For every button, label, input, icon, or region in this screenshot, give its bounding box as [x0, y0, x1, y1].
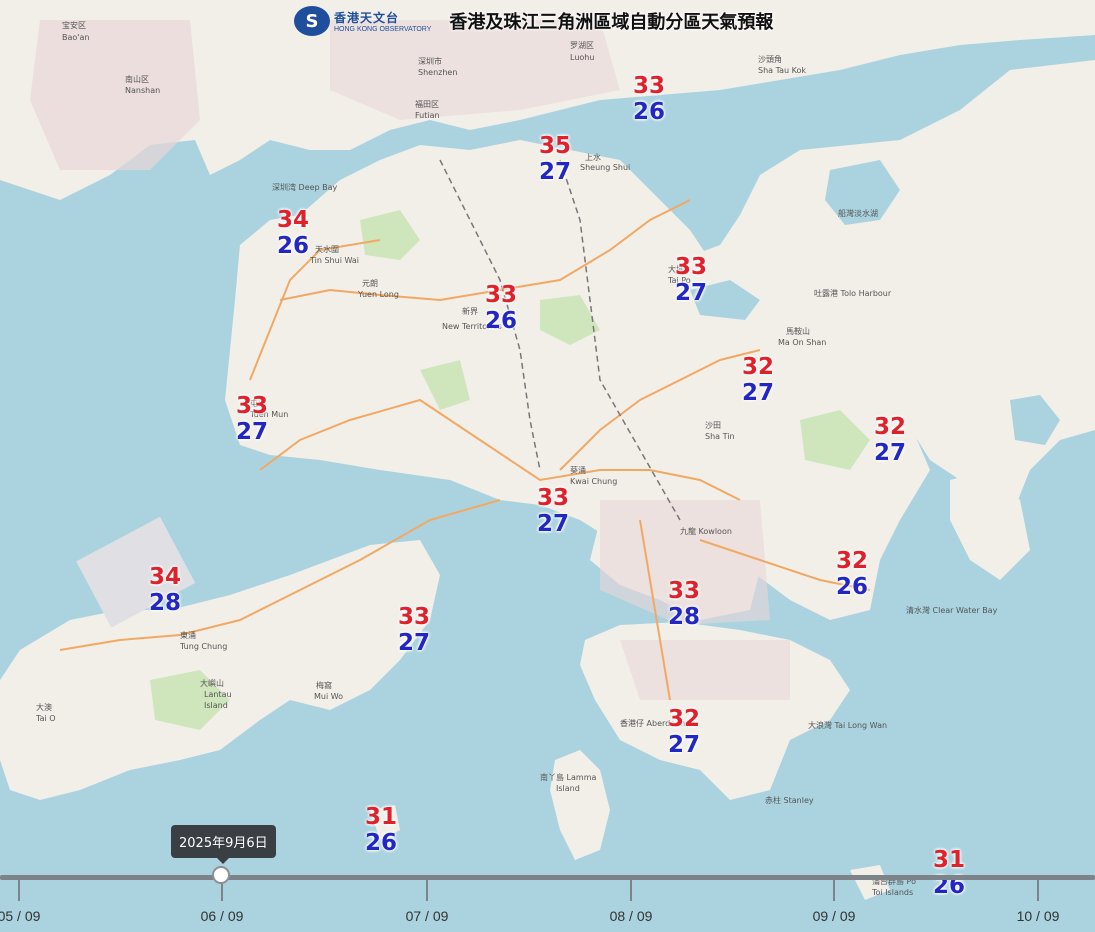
svg-text:Island: Island	[556, 784, 580, 793]
svg-text:Sha Tin: Sha Tin	[705, 432, 735, 441]
max-temp-cheung-chau: 31	[364, 804, 397, 830]
hko-emblem-icon: S	[294, 6, 330, 36]
svg-text:Ma On Shan: Ma On Shan	[778, 338, 826, 347]
max-temp-sheung-shui: 35	[538, 133, 571, 159]
min-temp-tin-shui-wai: 26	[276, 233, 309, 259]
max-temp-tsing-yi: 33	[536, 485, 569, 511]
svg-text:元朗: 元朗	[362, 278, 378, 288]
svg-text:大嶼山: 大嶼山	[200, 678, 224, 688]
max-temp-discovery-bay: 33	[397, 604, 430, 630]
svg-text:大浪灣 Tai Long Wan: 大浪灣 Tai Long Wan	[808, 720, 887, 730]
header: S 香港天文台 HONG KONG OBSERVATORY 香港及珠江三角洲區域…	[294, 6, 773, 36]
timeline-date-label[interactable]: 06 / 09	[182, 908, 262, 924]
svg-text:大澳: 大澳	[36, 702, 52, 712]
svg-text:九龍 Kowloon: 九龍 Kowloon	[680, 526, 732, 536]
max-temp-new-territories: 33	[484, 282, 517, 308]
svg-text:Tai O: Tai O	[35, 714, 56, 723]
max-temp-sai-kung: 32	[873, 414, 906, 440]
max-temp-aberdeen: 32	[667, 706, 700, 732]
svg-text:沙田: 沙田	[705, 421, 721, 430]
svg-text:罗湖区: 罗湖区	[570, 41, 594, 50]
max-temp-hung-hom: 33	[667, 578, 700, 604]
max-temp-ma-on-shan: 32	[741, 354, 774, 380]
svg-text:Island: Island	[204, 701, 228, 710]
min-temp-sheung-shui: 27	[538, 159, 571, 185]
logo-english: HONG KONG OBSERVATORY	[334, 26, 432, 33]
svg-text:Yuen Long: Yuen Long	[357, 290, 399, 299]
date-tooltip: 2025年9月6日	[171, 825, 276, 864]
min-temp-tsing-yi: 27	[536, 511, 569, 537]
timeline-tick	[630, 879, 632, 901]
timeline-tick	[426, 879, 428, 901]
svg-text:Nanshan: Nanshan	[125, 86, 160, 95]
min-temp-tseung-kwan-o: 26	[835, 574, 868, 600]
svg-text:葵涌: 葵涌	[570, 465, 586, 475]
max-temp-tin-shui-wai: 34	[276, 207, 309, 233]
max-temp-waglan: 31	[932, 847, 965, 873]
timeline-tick	[833, 879, 835, 901]
svg-text:宝安区: 宝安区	[62, 20, 86, 30]
min-temp-tai-po: 27	[674, 280, 707, 306]
svg-text:清水灣 Clear Water Bay: 清水灣 Clear Water Bay	[906, 605, 998, 615]
min-temp-aberdeen: 27	[667, 732, 700, 758]
min-temp-new-territories: 26	[484, 308, 517, 334]
logo-chinese: 香港天文台	[334, 11, 400, 25]
svg-text:馬鞍山: 馬鞍山	[786, 326, 810, 336]
max-temp-tuen-mun: 33	[235, 393, 268, 419]
hko-logo: S 香港天文台 HONG KONG OBSERVATORY	[294, 6, 431, 36]
svg-text:上水: 上水	[585, 152, 601, 162]
svg-text:Shenzhen: Shenzhen	[418, 68, 457, 77]
svg-text:吐露港 Tolo Harbour: 吐露港 Tolo Harbour	[814, 288, 892, 298]
svg-text:Bao'an: Bao'an	[62, 33, 89, 42]
svg-text:福田区: 福田区	[415, 100, 439, 109]
svg-text:Kwai Chung: Kwai Chung	[570, 477, 617, 486]
svg-text:南山区: 南山区	[125, 74, 149, 84]
max-temp-tai-po: 33	[674, 254, 707, 280]
min-temp-discovery-bay: 27	[397, 630, 430, 656]
svg-text:南丫島 Lamma: 南丫島 Lamma	[540, 772, 596, 782]
svg-text:Futian: Futian	[415, 111, 440, 120]
svg-text:天水圍: 天水圍	[315, 244, 339, 254]
svg-text:船灣淡水湖: 船灣淡水湖	[838, 208, 878, 218]
svg-text:Lantau: Lantau	[204, 690, 232, 699]
svg-text:Tung Chung: Tung Chung	[179, 642, 227, 651]
svg-text:Mui Wo: Mui Wo	[314, 692, 343, 701]
timeline-tick	[18, 879, 20, 901]
max-temp-chek-lap-kok: 34	[148, 564, 181, 590]
min-temp-hung-hom: 28	[667, 604, 700, 630]
timeline-handle[interactable]	[212, 866, 230, 884]
svg-text:Sheung Shui: Sheung Shui	[580, 163, 630, 172]
timeline-track[interactable]	[0, 875, 1095, 880]
svg-text:深圳湾 Deep Bay: 深圳湾 Deep Bay	[272, 182, 338, 192]
svg-text:東涌: 東涌	[180, 630, 196, 640]
timeline-tick	[1037, 879, 1039, 901]
min-temp-sai-kung: 27	[873, 440, 906, 466]
timeline-date-label[interactable]: 09 / 09	[794, 908, 874, 924]
svg-text:沙頭角: 沙頭角	[758, 54, 782, 64]
svg-text:Luohu: Luohu	[570, 53, 594, 62]
timeline-date-label[interactable]: 10 / 09	[998, 908, 1078, 924]
svg-text:新界: 新界	[462, 306, 478, 316]
date-timeline[interactable]: 05 / 09 06 / 09 07 / 09 08 / 09 09 / 09 10 / …	[0, 825, 1095, 932]
svg-text:深圳市: 深圳市	[418, 56, 442, 66]
svg-text:Tin Shui Wai: Tin Shui Wai	[309, 256, 359, 265]
page-title: 香港及珠江三角洲區域自動分區天氣預報	[449, 12, 774, 33]
timeline-date-label[interactable]: 05 / 09	[0, 908, 59, 924]
min-temp-ta-kwu-ling: 26	[632, 99, 665, 125]
min-temp-ma-on-shan: 27	[741, 380, 774, 406]
svg-text:梅窩: 梅窩	[316, 680, 332, 690]
timeline-date-label[interactable]: 08 / 09	[591, 908, 671, 924]
timeline-date-label[interactable]: 07 / 09	[387, 908, 467, 924]
min-temp-chek-lap-kok: 28	[148, 590, 181, 616]
svg-text:赤柱 Stanley: 赤柱 Stanley	[765, 795, 814, 805]
svg-text:Sha Tau Kok: Sha Tau Kok	[758, 66, 806, 75]
min-temp-cheung-chau: 26	[364, 830, 397, 856]
max-temp-tseung-kwan-o: 32	[835, 548, 868, 574]
min-temp-tuen-mun: 27	[235, 419, 268, 445]
max-temp-ta-kwu-ling: 33	[632, 73, 665, 99]
